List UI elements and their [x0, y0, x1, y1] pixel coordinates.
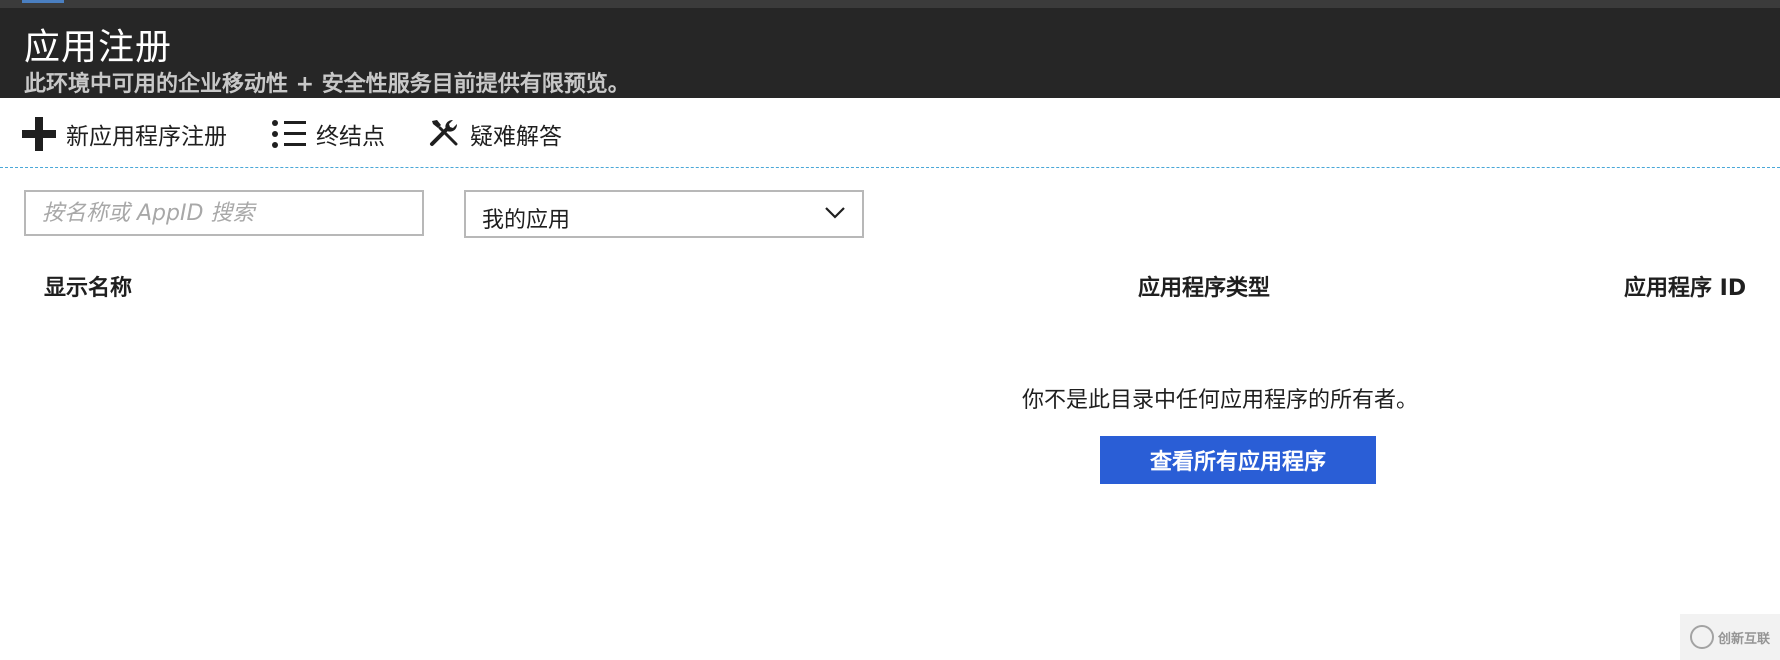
breadcrumb-bar [0, 0, 1780, 8]
blade-header: 应用注册 此环境中可用的企业移动性 + 安全性服务目前提供有限预览。 [0, 8, 1780, 98]
column-header-app-type[interactable]: 应用程序类型 [1138, 270, 1270, 302]
chevron-down-icon [824, 204, 846, 222]
new-app-registration-label: 新应用程序注册 [66, 124, 227, 150]
wrench-screwdriver-icon [428, 116, 460, 152]
search-input[interactable] [24, 190, 424, 236]
watermark-logo-icon [1689, 625, 1714, 649]
command-bar: 新应用程序注册 终结点 疑难解答 [0, 98, 1780, 168]
app-filter-selected: 我的应用 [482, 208, 571, 233]
app-filter-dropdown[interactable]: 我的应用 [464, 190, 864, 238]
breadcrumb-link-remnant[interactable] [22, 0, 64, 3]
watermark-text: 创新互联 [1717, 631, 1770, 647]
app-registrations-page: 应用注册 此环境中可用的企业移动性 + 安全性服务目前提供有限预览。 新应用程序… [0, 0, 1780, 660]
empty-state-message: 你不是此目录中任何应用程序的所有者。 [1022, 388, 1419, 413]
list-icon [272, 118, 306, 150]
page-title: 应用注册 [24, 27, 173, 68]
plus-icon [22, 117, 56, 151]
column-header-app-id[interactable]: 应用程序 ID [1624, 270, 1746, 302]
new-app-registration-button[interactable]: 新应用程序注册 [22, 116, 227, 152]
column-header-display-name[interactable]: 显示名称 [44, 270, 132, 302]
page-subtitle: 此环境中可用的企业移动性 + 安全性服务目前提供有限预览。 [24, 72, 630, 97]
troubleshoot-button[interactable]: 疑难解答 [428, 116, 562, 152]
endpoints-label: 终结点 [316, 124, 385, 150]
endpoints-button[interactable]: 终结点 [272, 116, 385, 152]
watermark: 创新互联 [1680, 614, 1780, 660]
view-all-apps-button[interactable]: 查看所有应用程序 [1100, 436, 1376, 484]
troubleshoot-label: 疑难解答 [470, 124, 562, 150]
